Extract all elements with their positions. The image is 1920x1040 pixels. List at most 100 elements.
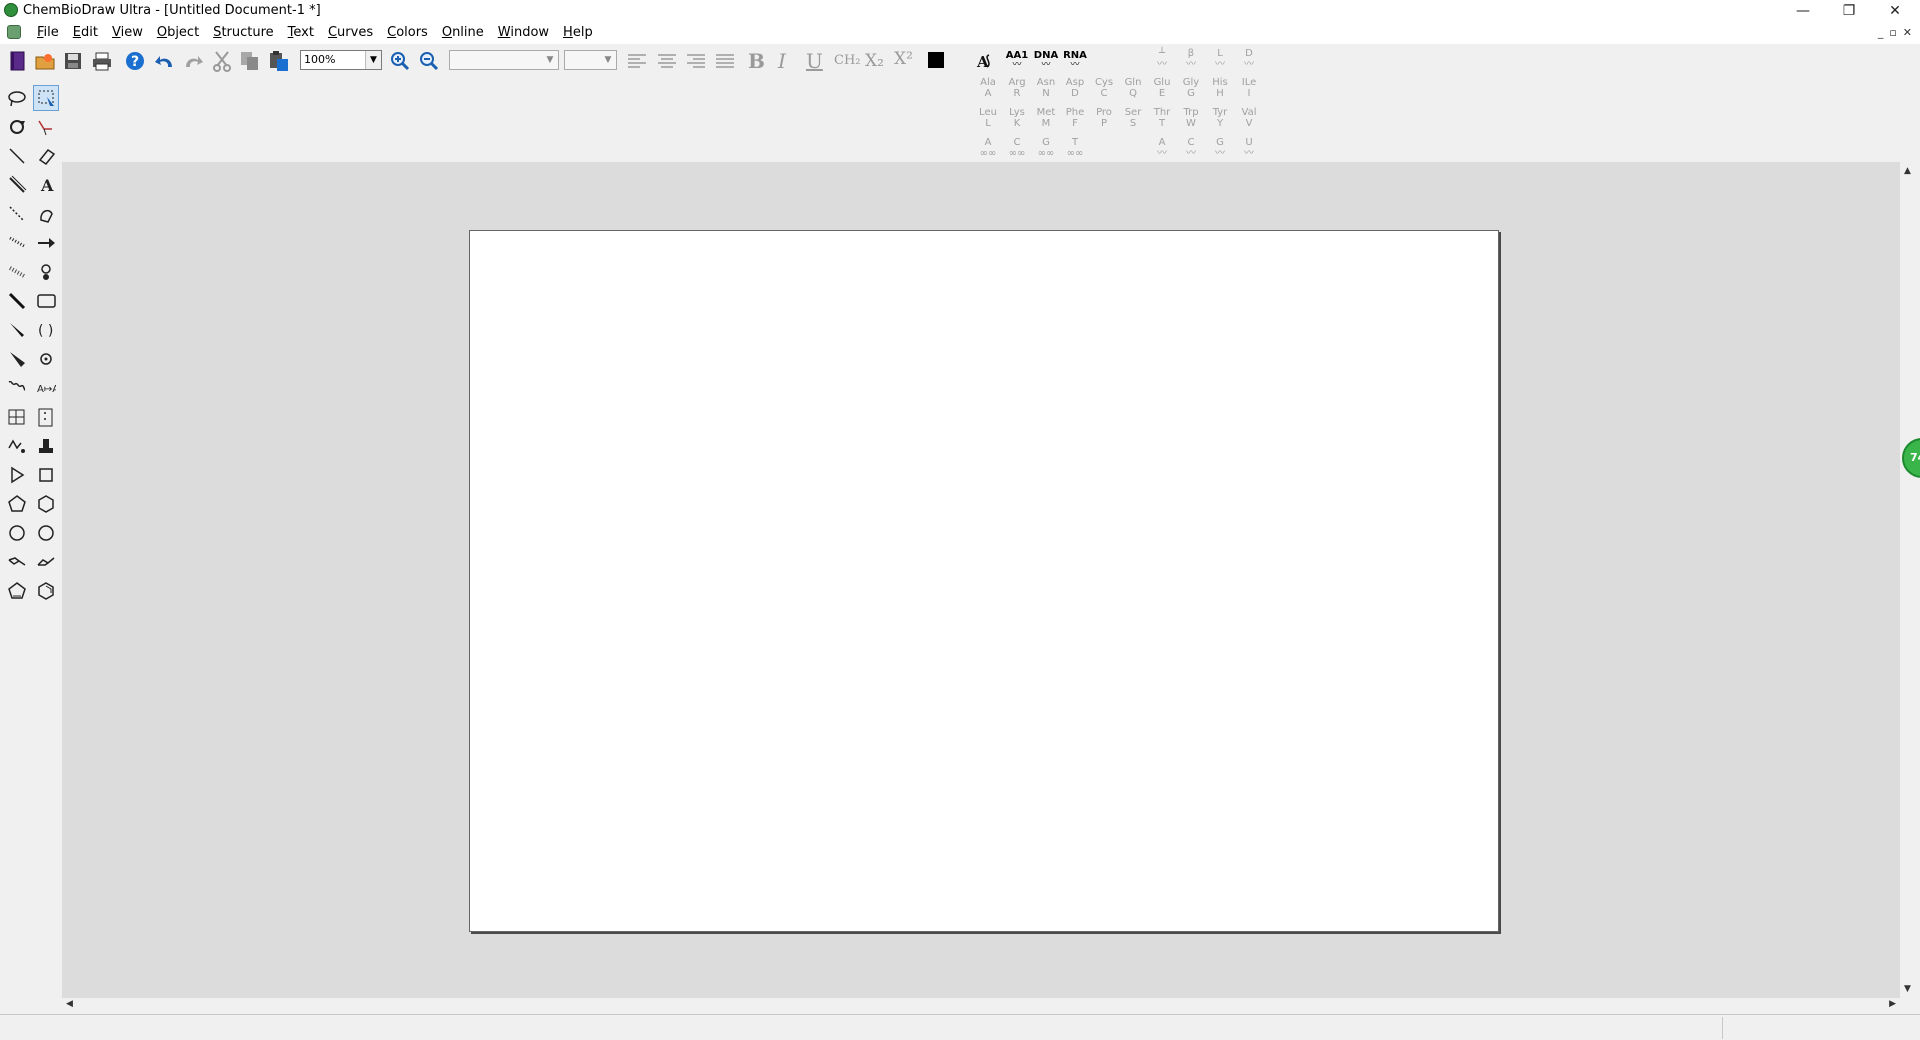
italic-button[interactable]: I (778, 49, 786, 73)
align-right-button[interactable] (684, 49, 708, 73)
superscript-button[interactable]: X² (894, 49, 913, 69)
dna-base-c-button[interactable]: C ∞∞ (1003, 137, 1031, 159)
structure-perspective-tool[interactable] (33, 114, 59, 140)
undo-button[interactable] (153, 49, 177, 73)
bio-rna-button[interactable]: RNA 〰 (1061, 50, 1089, 70)
amino-acid-met-button[interactable]: Met M (1032, 107, 1060, 129)
bold-button[interactable]: B (748, 49, 765, 73)
amino-acid-gln-button[interactable]: Gln Q (1119, 77, 1147, 99)
triangle-ring-tool[interactable] (4, 462, 30, 488)
menu-help[interactable]: Help (556, 22, 600, 44)
zoom-out-button[interactable] (417, 49, 441, 73)
menu-edit[interactable]: Edit (66, 22, 105, 44)
amino-acid-pro-button[interactable]: Pro P (1090, 107, 1118, 129)
align-center-button[interactable] (655, 49, 679, 73)
amino-acid-trp-button[interactable]: Trp W (1177, 107, 1205, 129)
mdi-restore-button[interactable]: ▫ (1889, 26, 1896, 39)
chevron-down-icon[interactable]: ▼ (542, 51, 558, 69)
new-document-button[interactable] (5, 49, 29, 73)
hashed-bond-tool[interactable] (4, 230, 30, 256)
dna-base-a-button[interactable]: A ∞∞ (974, 137, 1002, 159)
bold-wedge-tool[interactable] (4, 346, 30, 372)
table-tool[interactable] (4, 404, 30, 430)
amino-acid-gly-button[interactable]: Gly G (1177, 77, 1205, 99)
dna-base-t-button[interactable]: T ∞∞ (1061, 137, 1089, 159)
amino-acid-lys-button[interactable]: Lys K (1003, 107, 1031, 129)
menu-view[interactable]: View (105, 22, 150, 44)
menu-structure[interactable]: Structure (206, 22, 281, 44)
rna-base-c-button[interactable]: C 〰 (1177, 137, 1205, 159)
solid-bond-tool[interactable] (4, 143, 30, 169)
benzene-tool[interactable] (33, 578, 59, 604)
restore-button[interactable]: ❐ (1826, 0, 1872, 22)
vertical-scrollbar[interactable]: ▲ ▼ (1900, 162, 1920, 998)
amino-acid-leu-button[interactable]: Leu L (974, 107, 1002, 129)
atom-map-tool[interactable]: A↦A (33, 375, 59, 401)
helix-tool-4-button[interactable]: D 〰 (1235, 48, 1263, 70)
hashed-wedge-tool[interactable] (4, 259, 30, 285)
double-bond-tool[interactable] (4, 172, 30, 198)
amino-acid-ser-button[interactable]: Ser S (1119, 107, 1147, 129)
amino-acid-phe-button[interactable]: Phe F (1061, 107, 1089, 129)
menu-text[interactable]: Text (281, 22, 321, 44)
brackets-tool[interactable]: ( ) (33, 317, 59, 343)
align-left-button[interactable] (625, 49, 649, 73)
pentagon-ring-tool[interactable] (4, 491, 30, 517)
rna-base-u-button[interactable]: U 〰 (1235, 137, 1263, 159)
chemical-symbols-tool[interactable] (33, 346, 59, 372)
justify-button[interactable] (713, 49, 737, 73)
menu-curves[interactable]: Curves (321, 22, 380, 44)
chevron-down-icon[interactable]: ▼ (365, 51, 381, 69)
pen-tool[interactable] (33, 201, 59, 227)
help-button[interactable]: ? (123, 49, 147, 73)
amino-acid-his-button[interactable]: His H (1206, 77, 1234, 99)
amino-acid-asn-button[interactable]: Asn N (1032, 77, 1060, 99)
save-button[interactable] (61, 49, 85, 73)
heptagon-ring-tool[interactable] (4, 520, 30, 546)
horizontal-scrollbar[interactable]: ◀ ▶ (62, 998, 1900, 1014)
zoom-in-button[interactable] (388, 49, 412, 73)
font-family-select[interactable]: ▼ (449, 50, 559, 70)
square-ring-tool[interactable] (33, 462, 59, 488)
underline-button[interactable]: U (806, 49, 823, 73)
wedge-bond-tool[interactable] (4, 317, 30, 343)
scroll-right-icon[interactable]: ▶ (1889, 999, 1896, 1009)
open-button[interactable] (33, 49, 57, 73)
scroll-up-icon[interactable]: ▲ (1904, 166, 1911, 176)
bold-bond-tool[interactable] (4, 288, 30, 314)
wavy-bond-tool[interactable] (4, 375, 30, 401)
document-page[interactable] (469, 230, 1499, 932)
minimize-button[interactable]: — (1780, 0, 1826, 22)
paste-button[interactable] (267, 49, 291, 73)
rna-base-g-button[interactable]: G 〰 (1206, 137, 1234, 159)
amino-acid-arg-button[interactable]: Arg R (1003, 77, 1031, 99)
arrow-tool[interactable] (33, 230, 59, 256)
amino-acid-asp-button[interactable]: Asp D (1061, 77, 1089, 99)
bio-dna-button[interactable]: DNA 〰 (1032, 50, 1060, 70)
amino-acid-glu-button[interactable]: Glu E (1148, 77, 1176, 99)
dna-base-g-button[interactable]: G ∞∞ (1032, 137, 1060, 159)
copy-button[interactable] (238, 49, 262, 73)
amino-acid-cys-button[interactable]: Cys C (1090, 77, 1118, 99)
redo-button[interactable] (181, 49, 205, 73)
zoom-select[interactable]: 100% ▼ (300, 50, 382, 70)
drawing-elements-tool[interactable] (33, 288, 59, 314)
text-tool[interactable]: A (33, 172, 59, 198)
hexagon-ring-tool[interactable] (33, 491, 59, 517)
rotate-tool[interactable] (4, 114, 30, 140)
chevron-down-icon[interactable]: ▼ (600, 51, 616, 69)
cyclopentadiene-tool[interactable] (4, 578, 30, 604)
reaction-query-tool[interactable] (4, 433, 30, 459)
mdi-minimize-button[interactable]: _ (1878, 26, 1884, 39)
bio-aa1-button[interactable]: AA1 〰 (1003, 50, 1031, 70)
color-picker[interactable] (928, 52, 944, 68)
formula-button[interactable]: CH₂ (834, 53, 861, 68)
cyclohexane-chair-2-tool[interactable] (33, 549, 59, 575)
eraser-tool[interactable] (33, 143, 59, 169)
marquee-tool[interactable] (33, 85, 59, 111)
biopolymer-tool-button[interactable]: A (975, 49, 999, 73)
cut-button[interactable] (210, 49, 234, 73)
amino-acid-ile-button[interactable]: ILe I (1235, 77, 1263, 99)
amino-acid-tyr-button[interactable]: Tyr Y (1206, 107, 1234, 129)
helix-tool-3-button[interactable]: L 〰 (1206, 48, 1234, 70)
